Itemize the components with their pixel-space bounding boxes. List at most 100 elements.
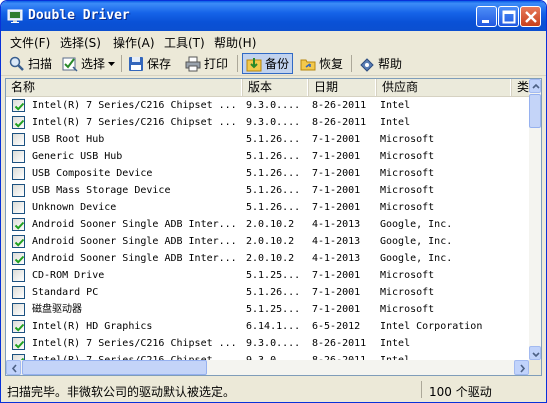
row-version-cell: 5.1.26...	[246, 287, 301, 298]
row-name-cell: Android Sooner Single ADB Inter...	[32, 236, 237, 247]
maximize-button[interactable]	[498, 6, 519, 27]
scroll-up-button[interactable]	[529, 79, 541, 93]
list-rows: Intel(R) 7 Series/C216 Chipset ... 9.3.0.…	[6, 97, 529, 360]
driver-count: 100 个驱动	[429, 385, 492, 399]
row-checkbox[interactable]	[12, 133, 25, 146]
vertical-scroll-thumb[interactable]	[529, 94, 541, 128]
row-checkbox[interactable]	[12, 252, 25, 265]
row-checkbox[interactable]	[12, 303, 25, 316]
table-row[interactable]: Standard PC 5.1.26... 7-1-2001 Microsoft	[6, 284, 529, 301]
row-name-cell: Intel(R) 7 Series/C216 Chipset ...	[32, 117, 237, 128]
row-checkbox[interactable]	[12, 116, 25, 129]
row-version-cell: 9.3.0....	[246, 117, 301, 128]
table-row[interactable]: Intel(R) 7 Series/C216 Chipset ...9.3.0.…	[6, 335, 529, 352]
table-row[interactable]: Intel(R) 7 Series/C216 Chipset ... 9.3.0.…	[6, 114, 529, 131]
row-checkbox[interactable]	[12, 269, 25, 282]
checkmark-icon	[14, 238, 25, 247]
menu-help[interactable]: 帮助(H)	[214, 34, 256, 51]
column-header-date[interactable]: 日期	[309, 79, 377, 96]
table-row[interactable]: USB Composite Device 5.1.26... 7-1-2001 Mic…	[6, 165, 529, 182]
scroll-right-button[interactable]	[514, 360, 529, 375]
select-dropdown-button[interactable]: 选择	[59, 53, 118, 74]
row-checkbox[interactable]	[12, 286, 25, 299]
row-vendor-cell: Intel	[380, 117, 411, 128]
row-checkbox[interactable]	[12, 150, 25, 163]
table-row[interactable]: Android Sooner Single ADB Inter... 2.0.10…	[6, 233, 529, 250]
table-row[interactable]: 磁盘驱动器 5.1.25... 7-1-2001 Microsoft	[6, 301, 529, 318]
row-name-cell: Generic USB Hub	[32, 151, 123, 162]
scan-button[interactable]: 扫描	[6, 53, 55, 74]
row-date-cell: 8-26-2011	[312, 352, 376, 360]
menu-action[interactable]: 操作(A)	[113, 34, 155, 51]
driver-list[interactable]: 名称 版本 日期 供应商 类 Intel(R) 7 Series/C216 Ch…	[5, 78, 542, 376]
row-vendor-cell: Google, Inc.	[380, 236, 453, 247]
horizontal-scroll-thumb[interactable]	[22, 360, 207, 375]
table-row[interactable]: Unknown Device 5.1.26... 7-1-2001 Microsoft	[6, 199, 529, 216]
restore-label: 恢复	[319, 57, 344, 71]
row-checkbox[interactable]	[12, 337, 25, 350]
table-row[interactable]: Intel(R) 7 Series/C216 Chipset ...9.3.0.…	[6, 97, 529, 114]
checkmark-icon	[14, 221, 25, 230]
row-vendor-cell: Microsoft	[380, 168, 435, 179]
row-name-cell: USB Root Hub	[32, 134, 105, 145]
row-vendor-cell: Google, Inc.	[380, 219, 453, 230]
restore-button[interactable]: 恢复	[297, 53, 346, 74]
row-checkbox[interactable]	[12, 201, 25, 214]
scroll-left-button[interactable]	[6, 360, 21, 375]
column-header-vendor[interactable]: 供应商	[377, 79, 512, 96]
close-button[interactable]	[520, 6, 541, 27]
save-button[interactable]: 保存	[125, 53, 174, 74]
row-checkbox[interactable]	[12, 235, 25, 248]
row-version-cell: 5.1.25...	[246, 270, 301, 281]
backup-button[interactable]: 备份	[242, 53, 294, 74]
row-name-cell: Android Sooner Single ADB Inter...	[32, 253, 237, 264]
row-version-cell: 6.14.1...	[246, 321, 301, 332]
help-button[interactable]: 帮助	[356, 53, 405, 74]
title-bar[interactable]: Double Driver	[1, 1, 546, 31]
table-row[interactable]: Generic USB Hub 5.1.26... 7-1-2001 Microsof…	[6, 148, 529, 165]
print-button[interactable]: 打印	[182, 53, 231, 74]
table-row[interactable]: Android Sooner Single ADB Inter... 2.0.10…	[6, 216, 529, 233]
row-checkbox[interactable]	[12, 218, 25, 231]
table-row[interactable]: Android Sooner Single ADB Inter... 2.0.10…	[6, 250, 529, 267]
toolbar-separator	[351, 55, 352, 72]
backup-label: 备份	[265, 57, 290, 71]
backup-icon	[246, 57, 262, 71]
column-header-name[interactable]: 名称	[6, 79, 243, 96]
row-vendor-cell: Microsoft	[380, 185, 435, 196]
horizontal-scrollbar[interactable]	[6, 360, 529, 375]
row-name-cell: Intel(R) 7 Series/C216 Chipset ...	[32, 352, 244, 360]
row-name-cell: Android Sooner Single ADB Inter...	[32, 219, 237, 230]
table-row[interactable]: USB Root Hub 5.1.26... 7-1-2001 Microsoft	[6, 131, 529, 148]
row-name-cell: 磁盘驱动器	[32, 304, 82, 315]
print-label: 打印	[204, 57, 229, 71]
vertical-scrollbar[interactable]	[529, 79, 541, 360]
status-bar: 扫描完毕。非微软公司的驱动默认被选定。 100 个驱动	[1, 378, 546, 402]
row-version-cell: 2.0.10.2	[246, 219, 295, 230]
row-date-cell: 7-1-2001	[312, 168, 361, 179]
row-checkbox[interactable]	[12, 320, 25, 333]
scroll-down-button[interactable]	[529, 346, 541, 360]
status-message: 扫描完毕。非微软公司的驱动默认被选定。	[7, 385, 236, 399]
row-checkbox[interactable]	[12, 184, 25, 197]
select-checklist-icon	[62, 57, 78, 72]
menu-tools[interactable]: 工具(T)	[164, 34, 205, 51]
row-checkbox[interactable]	[12, 99, 25, 112]
row-date-cell: 8-26-2011	[312, 338, 367, 349]
column-header-version[interactable]: 版本	[243, 79, 309, 96]
menu-select[interactable]: 选择(S)	[60, 34, 101, 51]
minimize-button[interactable]	[476, 6, 497, 27]
table-row[interactable]: USB Mass Storage Device 5.1.26... 7-1-2001…	[6, 182, 529, 199]
table-row[interactable]: Intel(R) HD Graphics 6.14.1... 6-5-2012 Int…	[6, 318, 529, 335]
table-row[interactable]: CD-ROM Drive 5.1.25... 7-1-2001 Microsoft	[6, 267, 529, 284]
table-row[interactable]: Intel(R) 7 Series/C216 Chipset ...9.3.0.…	[6, 352, 529, 360]
chevron-down-icon	[108, 61, 116, 66]
menu-file[interactable]: 文件(F)	[10, 34, 50, 51]
row-name-cell: USB Mass Storage Device	[32, 185, 171, 196]
row-date-cell: 7-1-2001	[312, 151, 361, 162]
magnifier-icon	[9, 56, 24, 71]
row-checkbox[interactable]	[12, 167, 25, 180]
row-name-cell: CD-ROM Drive	[32, 270, 105, 281]
row-version-cell: 9.3.0....	[246, 338, 301, 349]
restore-folder-icon	[300, 59, 316, 70]
